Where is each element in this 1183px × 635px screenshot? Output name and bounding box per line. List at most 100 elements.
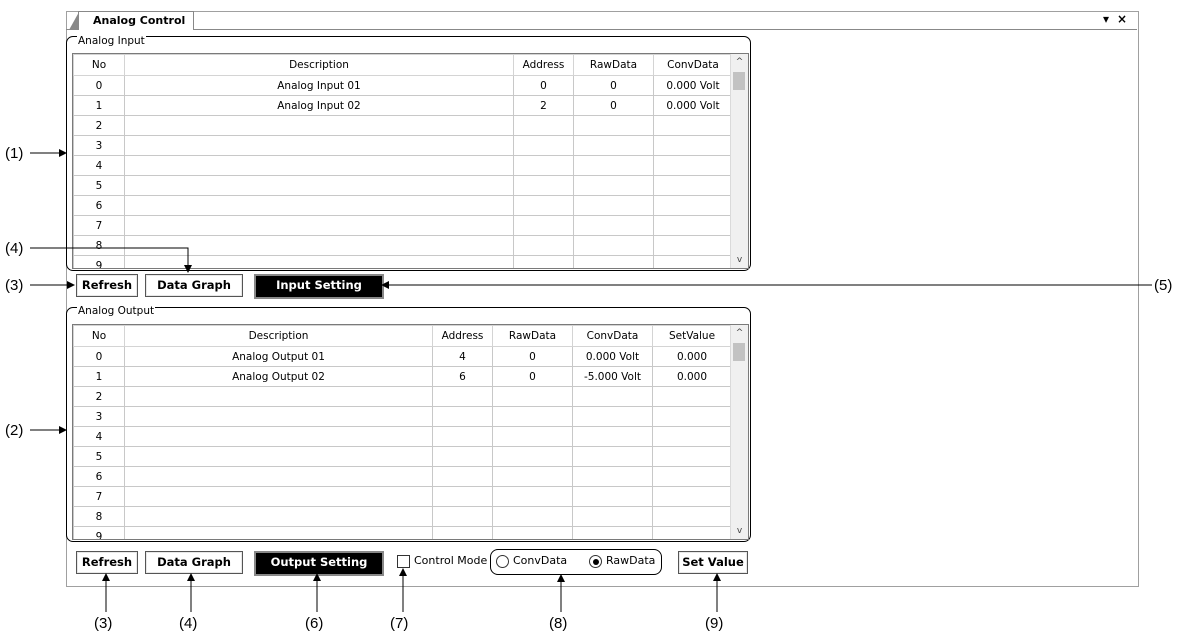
cell-no[interactable]: 8 [73, 235, 125, 256]
cell-no[interactable]: 7 [73, 215, 125, 236]
cell-convdata[interactable] [653, 115, 733, 136]
cell-description[interactable]: Analog Input 02 [124, 95, 514, 116]
cell-no[interactable]: 1 [73, 95, 125, 116]
input-vertical-scrollbar[interactable]: ^ v [730, 54, 748, 268]
table-row[interactable]: 0 Analog Output 01 4 0 0.000 Volt 0.000 [73, 346, 732, 367]
cell-no[interactable]: 0 [73, 346, 125, 367]
cell-rawdata[interactable] [573, 115, 654, 136]
rawdata-radio[interactable] [589, 555, 602, 568]
cell-description[interactable] [124, 215, 514, 236]
table-row[interactable]: 8 [73, 506, 732, 527]
table-row[interactable]: 6 [73, 466, 732, 487]
cell-address[interactable] [513, 215, 574, 236]
cell-convdata[interactable] [653, 195, 733, 216]
scroll-down-icon[interactable]: v [731, 252, 748, 268]
cell-description[interactable] [124, 466, 433, 487]
cell-description[interactable]: Analog Output 02 [124, 366, 433, 387]
output-data-graph-button[interactable]: Data Graph [145, 551, 243, 574]
cell-no[interactable]: 0 [73, 75, 125, 96]
cell-rawdata[interactable] [492, 486, 573, 507]
cell-rawdata[interactable] [492, 466, 573, 487]
cell-description[interactable]: Analog Output 01 [124, 346, 433, 367]
cell-address[interactable] [432, 506, 493, 527]
cell-setvalue[interactable] [652, 526, 732, 539]
column-header-convdata[interactable]: ConvData [572, 325, 653, 347]
set-value-button[interactable]: Set Value [678, 551, 748, 574]
cell-no[interactable]: 2 [73, 386, 125, 407]
cell-no[interactable]: 4 [73, 426, 125, 447]
table-row[interactable]: 4 [73, 155, 733, 176]
cell-convdata[interactable] [572, 386, 653, 407]
cell-description[interactable] [124, 195, 514, 216]
cell-no[interactable]: 5 [73, 175, 125, 196]
table-row[interactable]: 9 [73, 526, 732, 539]
cell-setvalue[interactable] [652, 446, 732, 467]
cell-rawdata[interactable]: 0 [492, 346, 573, 367]
cell-no[interactable]: 9 [73, 255, 125, 268]
cell-address[interactable] [513, 155, 574, 176]
cell-rawdata[interactable] [492, 506, 573, 527]
table-row[interactable]: 1 Analog Output 02 6 0 -5.000 Volt 0.000 [73, 366, 732, 387]
cell-convdata[interactable] [572, 506, 653, 527]
table-row[interactable]: 6 [73, 195, 733, 216]
analog-input-grid[interactable]: No Description Address RawData ConvData … [72, 53, 749, 269]
cell-description[interactable] [124, 115, 514, 136]
cell-setvalue[interactable] [652, 406, 732, 427]
table-row[interactable]: 9 [73, 255, 733, 268]
cell-description[interactable] [124, 406, 433, 427]
cell-rawdata[interactable]: 0 [492, 366, 573, 387]
cell-convdata[interactable]: 0.000 Volt [653, 75, 733, 96]
tab-analog-control[interactable]: Analog Control [68, 11, 195, 30]
analog-output-grid[interactable]: No Description Address RawData ConvData … [72, 324, 749, 540]
scroll-thumb[interactable] [733, 343, 745, 361]
cell-description[interactable] [124, 135, 514, 156]
cell-rawdata[interactable] [573, 215, 654, 236]
cell-description[interactable] [124, 155, 514, 176]
cell-convdata[interactable] [572, 446, 653, 467]
column-header-rawdata[interactable]: RawData [492, 325, 573, 347]
cell-setvalue[interactable] [652, 426, 732, 447]
table-row[interactable]: 2 [73, 386, 732, 407]
scroll-up-icon[interactable]: ^ [731, 54, 748, 70]
cell-description[interactable] [124, 486, 433, 507]
cell-convdata[interactable] [653, 135, 733, 156]
cell-address[interactable] [513, 175, 574, 196]
cell-no[interactable]: 3 [73, 406, 125, 427]
cell-address[interactable] [513, 195, 574, 216]
output-refresh-button[interactable]: Refresh [76, 551, 138, 574]
table-row[interactable]: 7 [73, 486, 732, 507]
table-row[interactable]: 3 [73, 135, 733, 156]
cell-rawdata[interactable] [573, 155, 654, 176]
cell-no[interactable]: 6 [73, 466, 125, 487]
close-icon[interactable]: × [1117, 12, 1127, 26]
scroll-thumb[interactable] [733, 72, 745, 90]
cell-rawdata[interactable] [573, 235, 654, 256]
cell-address[interactable]: 6 [432, 366, 493, 387]
cell-address[interactable] [432, 526, 493, 539]
cell-convdata[interactable] [653, 155, 733, 176]
column-header-description[interactable]: Description [124, 325, 433, 347]
column-header-no[interactable]: No [73, 325, 125, 347]
cell-convdata[interactable] [572, 406, 653, 427]
cell-convdata[interactable]: -5.000 Volt [572, 366, 653, 387]
pin-dropdown-icon[interactable]: ▾ [1103, 12, 1109, 26]
table-row[interactable]: 0 Analog Input 01 0 0 0.000 Volt [73, 75, 733, 96]
table-row[interactable]: 1 Analog Input 02 2 0 0.000 Volt [73, 95, 733, 116]
cell-no[interactable]: 6 [73, 195, 125, 216]
cell-rawdata[interactable] [492, 406, 573, 427]
cell-address[interactable] [513, 115, 574, 136]
cell-no[interactable]: 1 [73, 366, 125, 387]
output-vertical-scrollbar[interactable]: ^ v [730, 325, 748, 539]
cell-rawdata[interactable] [492, 426, 573, 447]
convdata-radio[interactable] [496, 555, 509, 568]
cell-no[interactable]: 9 [73, 526, 125, 539]
cell-convdata[interactable] [653, 255, 733, 268]
cell-rawdata[interactable] [573, 135, 654, 156]
cell-setvalue[interactable]: 0.000 [652, 346, 732, 367]
cell-address[interactable] [432, 486, 493, 507]
column-header-setvalue[interactable]: SetValue [652, 325, 732, 347]
cell-address[interactable]: 2 [513, 95, 574, 116]
cell-description[interactable] [124, 235, 514, 256]
cell-description[interactable] [124, 426, 433, 447]
cell-address[interactable] [513, 255, 574, 268]
